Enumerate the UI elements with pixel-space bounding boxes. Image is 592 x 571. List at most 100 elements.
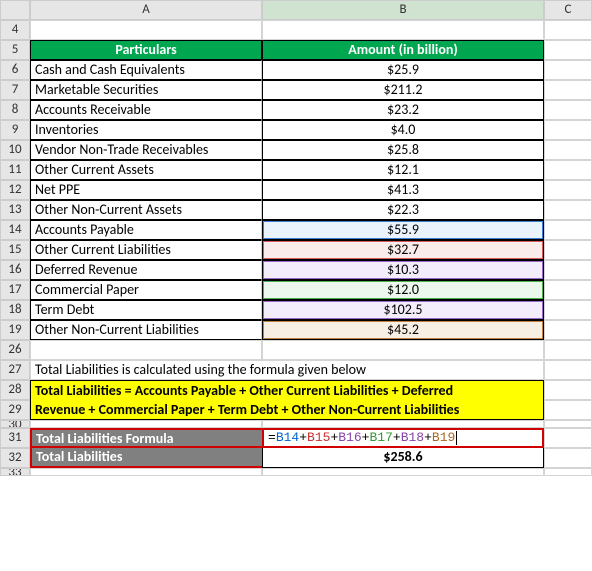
data-value[interactable]: $211.2 xyxy=(262,80,544,100)
cell-c30[interactable] xyxy=(544,420,592,428)
data-value[interactable]: $12.0 xyxy=(262,280,544,300)
cell-c[interactable] xyxy=(544,100,592,120)
cell-c[interactable] xyxy=(544,120,592,140)
data-value[interactable]: $25.8 xyxy=(262,140,544,160)
row-header[interactable]: 9 xyxy=(0,120,30,140)
header-amount[interactable]: Amount (in billion) xyxy=(262,40,544,60)
data-label[interactable]: Inventories xyxy=(30,120,262,140)
col-header-a[interactable]: A xyxy=(30,0,262,20)
row-header[interactable]: 11 xyxy=(0,160,30,180)
row-header[interactable]: 16 xyxy=(0,260,30,280)
cell-a33[interactable] xyxy=(30,468,262,476)
row-header[interactable]: 33 xyxy=(0,468,30,476)
col-header-b[interactable]: B xyxy=(262,0,544,20)
row-header[interactable]: 27 xyxy=(0,360,30,380)
row-header[interactable]: 8 xyxy=(0,100,30,120)
data-label[interactable]: Term Debt xyxy=(30,300,262,320)
cell-b4[interactable] xyxy=(262,20,544,40)
row-header[interactable]: 18 xyxy=(0,300,30,320)
data-label[interactable]: Marketable Securities xyxy=(30,80,262,100)
row-header[interactable]: 12 xyxy=(0,180,30,200)
row-header[interactable]: 7 xyxy=(0,80,30,100)
data-value[interactable]: $41.3 xyxy=(262,180,544,200)
cell-c[interactable] xyxy=(544,300,592,320)
row-header[interactable]: 5 xyxy=(0,40,30,60)
cell-a26[interactable] xyxy=(30,340,262,360)
formula-ref-b16: B16 xyxy=(338,430,361,445)
row-header[interactable]: 15 xyxy=(0,240,30,260)
data-value[interactable]: $102.5 xyxy=(262,300,544,320)
cell-a30[interactable] xyxy=(30,420,262,428)
row-header[interactable]: 19 xyxy=(0,320,30,340)
cell-c4[interactable] xyxy=(544,20,592,40)
data-value[interactable]: $45.2 xyxy=(262,320,544,340)
header-particulars[interactable]: Particulars xyxy=(30,40,262,60)
cell-c26[interactable] xyxy=(544,340,592,360)
data-label[interactable]: Cash and Cash Equivalents xyxy=(30,60,262,80)
row-header[interactable]: 4 xyxy=(0,20,30,40)
cell-c[interactable] xyxy=(544,180,592,200)
data-value[interactable]: $12.1 xyxy=(262,160,544,180)
cell-b26[interactable] xyxy=(262,340,544,360)
cell-c[interactable] xyxy=(544,240,592,260)
cell-c[interactable] xyxy=(544,140,592,160)
cell-c29[interactable] xyxy=(544,400,592,420)
data-value[interactable]: $25.9 xyxy=(262,60,544,80)
cell-c28[interactable] xyxy=(544,380,592,400)
row-header[interactable]: 26 xyxy=(0,340,30,360)
cell-c[interactable] xyxy=(544,260,592,280)
cell-c[interactable] xyxy=(544,200,592,220)
data-value[interactable]: $10.3 xyxy=(262,260,544,280)
row-header[interactable]: 13 xyxy=(0,200,30,220)
cell-c[interactable] xyxy=(544,80,592,100)
data-label[interactable]: Net PPE xyxy=(30,180,262,200)
row-header[interactable]: 30 xyxy=(0,420,30,428)
row-header[interactable]: 29 xyxy=(0,400,30,420)
cell-c[interactable] xyxy=(544,280,592,300)
col-header-c[interactable]: C xyxy=(544,0,592,20)
data-value[interactable]: $55.9 xyxy=(262,220,544,240)
formula-description-1[interactable]: Total Liabilities = Accounts Payable + O… xyxy=(30,380,544,400)
cell-b30[interactable] xyxy=(262,420,544,428)
row-header[interactable]: 32 xyxy=(0,448,30,468)
data-label[interactable]: Other Current Liabilities xyxy=(30,240,262,260)
data-value[interactable]: $32.7 xyxy=(262,240,544,260)
formula-description-2[interactable]: Revenue + Commercial Paper + Term Debt +… xyxy=(30,400,544,420)
row-header[interactable]: 17 xyxy=(0,280,30,300)
formula-cell[interactable]: =B14+B15+B16+B17+B18+B19 xyxy=(262,428,544,448)
formula-label[interactable]: Total Liabilities Formula xyxy=(30,428,262,448)
row-header[interactable]: 31 xyxy=(0,428,30,448)
formula-ref-b15: B15 xyxy=(307,430,330,445)
data-label[interactable]: Vendor Non-Trade Receivables xyxy=(30,140,262,160)
cell-c27[interactable] xyxy=(544,360,592,380)
row-header[interactable]: 10 xyxy=(0,140,30,160)
row-header[interactable]: 14 xyxy=(0,220,30,240)
row-header[interactable]: 6 xyxy=(0,60,30,80)
formula-ref-b17: B17 xyxy=(369,430,392,445)
cell-c32[interactable] xyxy=(544,448,592,468)
col-header-corner[interactable] xyxy=(0,0,30,20)
cell-c[interactable] xyxy=(544,60,592,80)
data-label[interactable]: Other Non-Current Assets xyxy=(30,200,262,220)
cell-a4[interactable] xyxy=(30,20,262,40)
data-label[interactable]: Other Non-Current Liabilities xyxy=(30,320,262,340)
cell-c[interactable] xyxy=(544,320,592,340)
note-text[interactable]: Total Liabilities is calculated using th… xyxy=(30,360,544,380)
data-value[interactable]: $22.3 xyxy=(262,200,544,220)
cell-c[interactable] xyxy=(544,220,592,240)
data-value[interactable]: $23.2 xyxy=(262,100,544,120)
total-value[interactable]: $258.6 xyxy=(262,448,544,468)
data-label[interactable]: Commercial Paper xyxy=(30,280,262,300)
data-label[interactable]: Accounts Receivable xyxy=(30,100,262,120)
data-value[interactable]: $4.0 xyxy=(262,120,544,140)
data-label[interactable]: Deferred Revenue xyxy=(30,260,262,280)
cell-c31[interactable] xyxy=(544,428,592,448)
cell-c5[interactable] xyxy=(544,40,592,60)
cell-c33[interactable] xyxy=(544,468,592,476)
data-label[interactable]: Other Current Assets xyxy=(30,160,262,180)
cell-c[interactable] xyxy=(544,160,592,180)
data-label[interactable]: Accounts Payable xyxy=(30,220,262,240)
row-header[interactable]: 28 xyxy=(0,380,30,400)
total-label[interactable]: Total Liabilities xyxy=(30,448,262,468)
cell-b33[interactable] xyxy=(262,468,544,476)
